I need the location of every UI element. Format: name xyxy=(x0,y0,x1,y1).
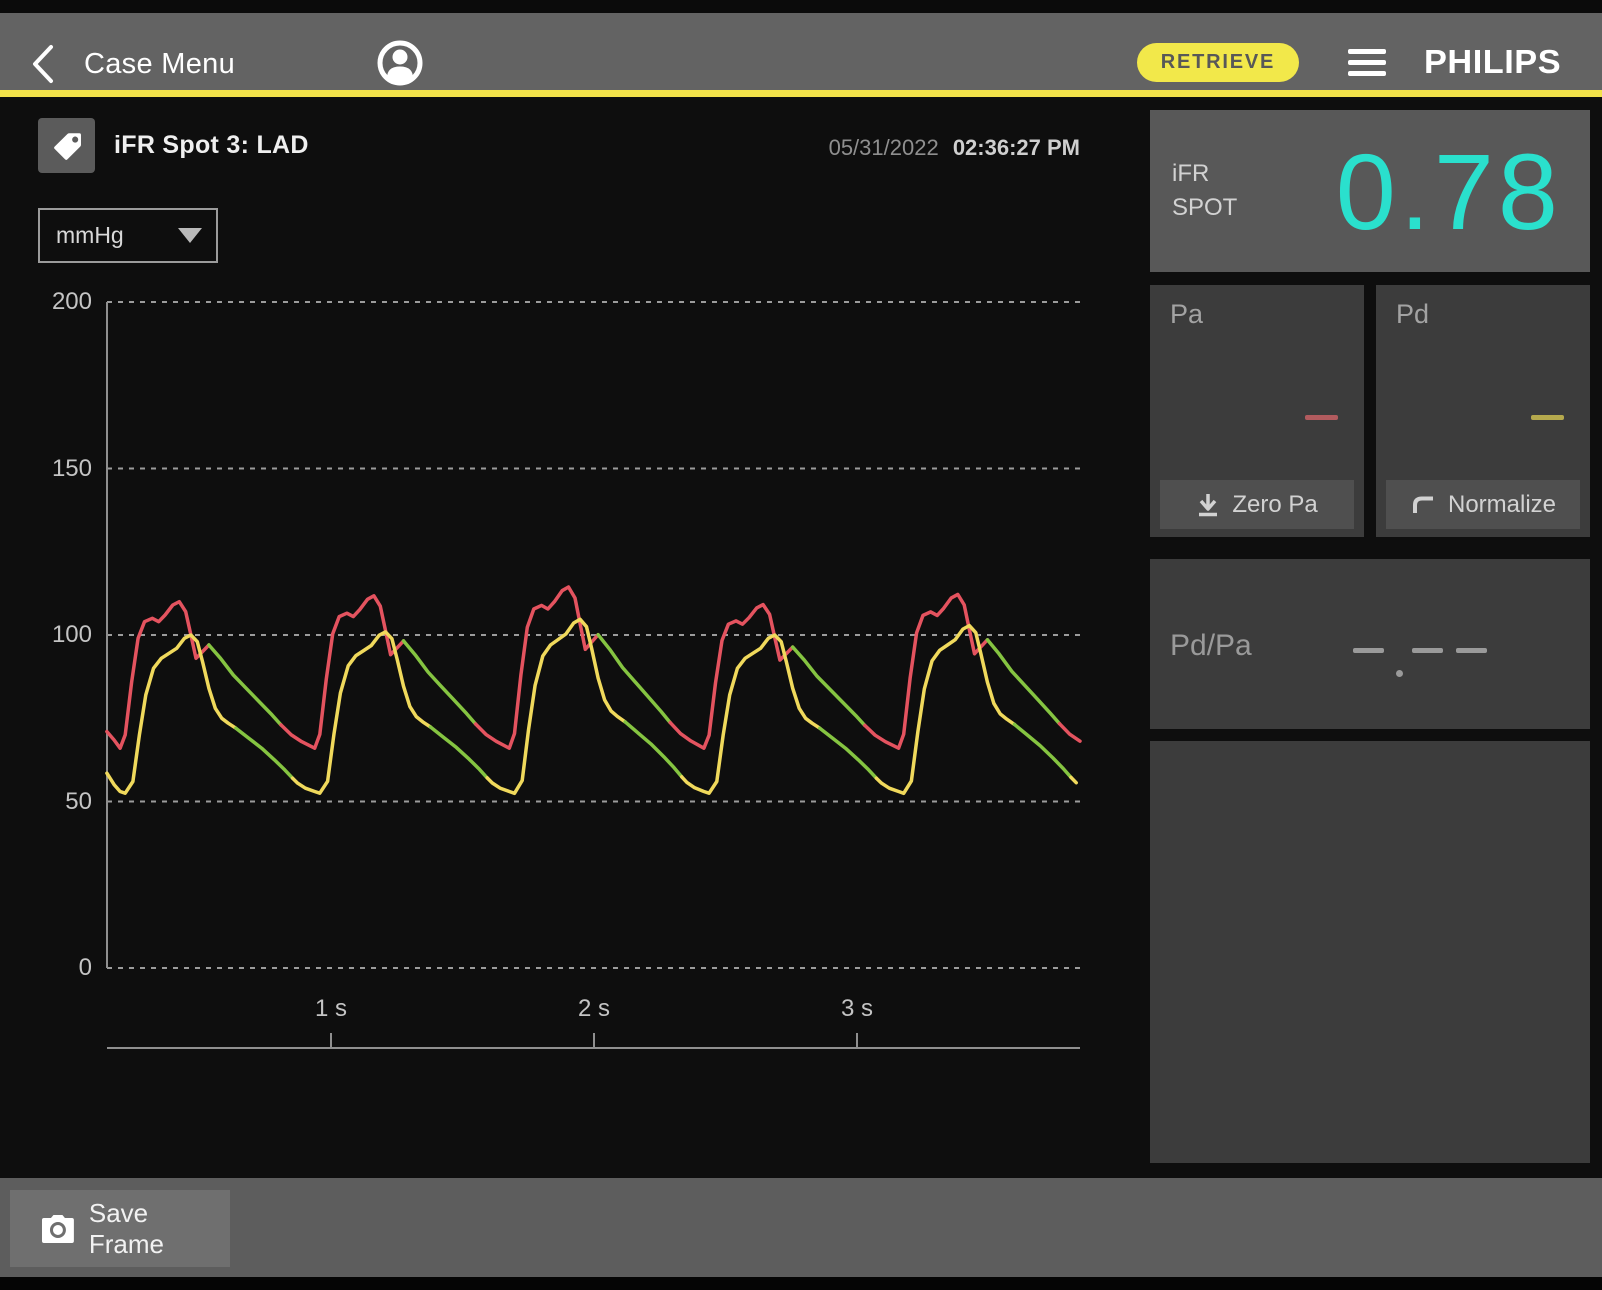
top-bar: Case Menu RETRIEVE PHILIPS xyxy=(0,13,1602,90)
pdpa-label: Pd/Pa xyxy=(1170,629,1252,663)
camera-icon xyxy=(40,1214,76,1244)
x-tick-label: 2 s xyxy=(554,995,634,1023)
back-button[interactable]: Case Menu xyxy=(30,38,235,90)
y-tick-label: 0 xyxy=(20,954,92,982)
pd-trace-sample xyxy=(1531,415,1564,420)
bottom-bar: Save Frame xyxy=(0,1178,1602,1277)
pdpa-panel: Pd/Pa xyxy=(1150,559,1590,729)
chevron-left-icon xyxy=(30,43,56,85)
normalize-button-label: Normalize xyxy=(1448,491,1556,519)
menu-button[interactable] xyxy=(1348,49,1388,79)
ifr-spot-label: iFR SPOT xyxy=(1172,157,1237,225)
pressure-chart: 0 50 100 150 200 1 s 2 s 3 s xyxy=(0,97,1123,1178)
pa-trace-sample xyxy=(1305,415,1338,420)
back-button-label: Case Menu xyxy=(84,48,235,81)
aux-empty-panel xyxy=(1150,741,1590,1163)
normalize-icon xyxy=(1410,494,1436,516)
ifr-spot-value: 0.78 xyxy=(1237,129,1590,254)
user-avatar-icon[interactable] xyxy=(376,37,424,89)
zero-pa-button-label: Zero Pa xyxy=(1232,491,1317,519)
pa-panel: Pa Zero Pa xyxy=(1150,285,1364,537)
y-tick-label: 50 xyxy=(20,788,92,816)
hamburger-icon xyxy=(1348,49,1386,54)
save-frame-button-label: Save Frame xyxy=(89,1198,230,1260)
bottom-black-strip xyxy=(0,1277,1602,1290)
x-tick-label: 3 s xyxy=(817,995,897,1023)
top-black-strip xyxy=(0,0,1602,13)
pd-label: Pd xyxy=(1396,299,1429,330)
y-tick-label: 150 xyxy=(20,455,92,483)
pd-panel: Pd Normalize xyxy=(1376,285,1590,537)
normalize-button[interactable]: Normalize xyxy=(1386,480,1580,529)
app-window: Case Menu RETRIEVE PHILIPS iFR Spot 3: L… xyxy=(0,0,1602,1290)
retrieve-button[interactable]: RETRIEVE xyxy=(1137,43,1299,82)
philips-logo: PHILIPS xyxy=(1424,43,1580,81)
y-tick-label: 100 xyxy=(20,621,92,649)
save-frame-button[interactable]: Save Frame xyxy=(10,1190,230,1267)
retrieve-button-label: RETRIEVE xyxy=(1161,51,1275,74)
yellow-accent-bar xyxy=(0,90,1602,97)
zero-pa-button[interactable]: Zero Pa xyxy=(1160,480,1354,529)
zero-arrow-icon xyxy=(1196,492,1220,518)
x-tick-label: 1 s xyxy=(291,995,371,1023)
y-tick-label: 200 xyxy=(20,288,92,316)
pa-label: Pa xyxy=(1170,299,1203,330)
ifr-spot-result-panel: iFR SPOT 0.78 xyxy=(1150,110,1590,272)
